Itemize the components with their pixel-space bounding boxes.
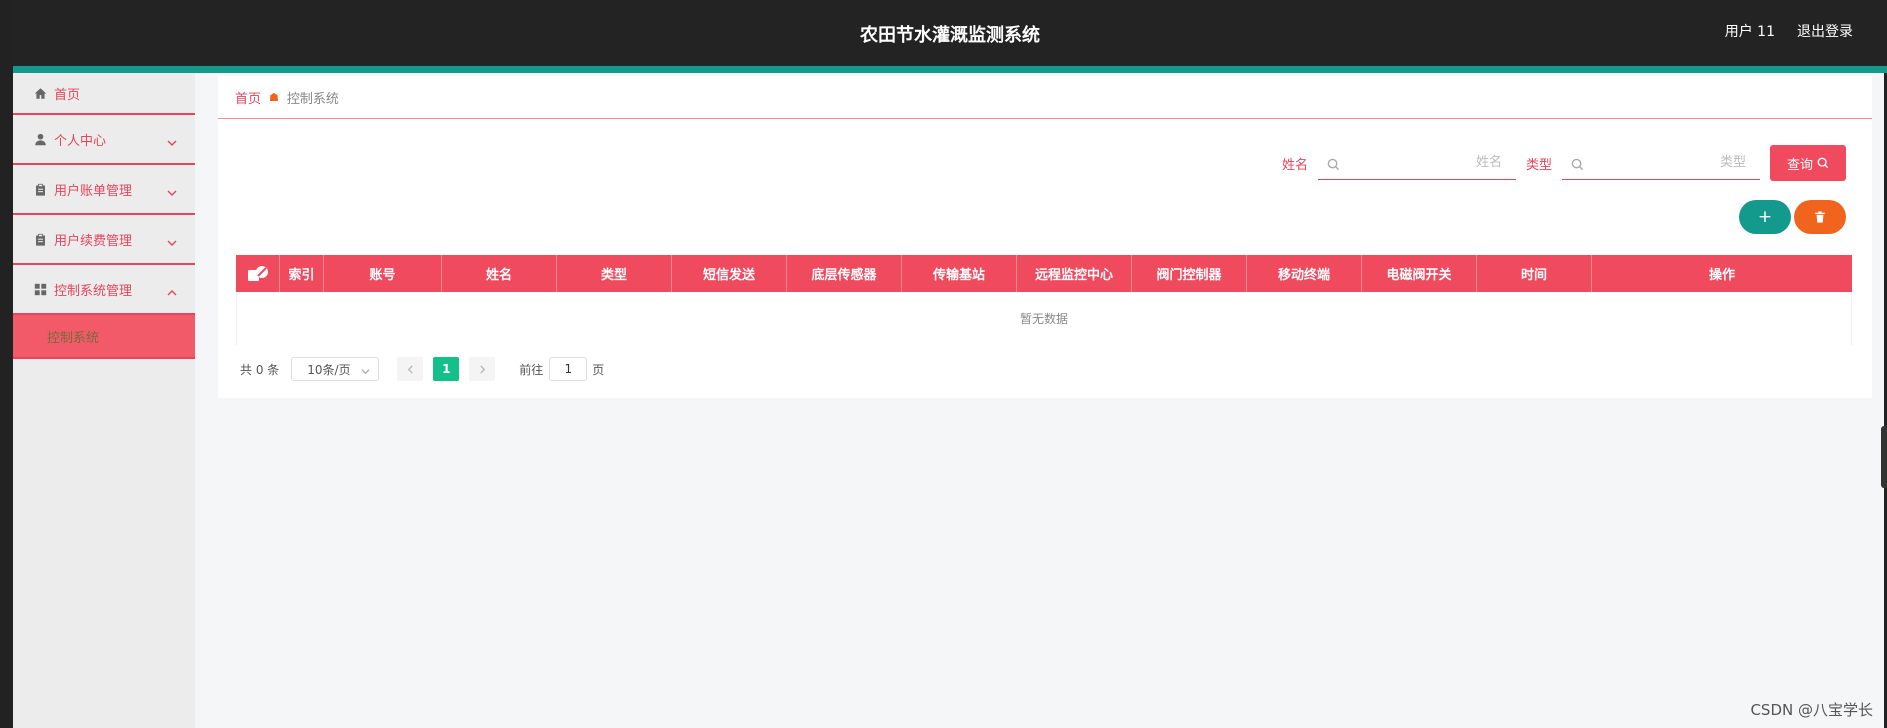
sidebar-item-renewal-management[interactable]: 用户续费管理 <box>13 215 195 265</box>
prev-page-button[interactable] <box>397 357 424 381</box>
sidebar-item-label: 用户账单管理 <box>54 183 133 199</box>
chevron-left-icon <box>407 364 413 374</box>
scrollbar-handle[interactable] <box>1881 426 1887 488</box>
name-filter-wrapper <box>1317 146 1516 180</box>
current-page-button[interactable]: 1 <box>433 357 460 381</box>
breadcrumb-current: 控制系统 <box>286 91 339 107</box>
delete-button[interactable] <box>1794 200 1846 234</box>
column-header[interactable]: 阀门控制器 <box>1132 255 1247 292</box>
chevron-right-icon <box>479 364 486 374</box>
sidebar-subitem-control-system[interactable]: 控制系统 <box>13 315 195 359</box>
column-header[interactable]: 移动终端 <box>1247 255 1362 292</box>
search-form: 姓名 类型 查询 <box>1282 145 1846 181</box>
sidebar-item-home[interactable]: 首页 <box>13 73 195 115</box>
page-size-value: 10条/页 <box>307 362 351 377</box>
pagination: 共 0 条 10条/页 1 前往 页 <box>240 357 604 381</box>
query-button-label: 查询 <box>1786 156 1813 172</box>
sidebar: 首页 个人中心 用户账单管理 用户续费管理 控制系统管理 控制系统 <box>13 73 195 728</box>
type-filter-label: 类型 <box>1525 157 1552 173</box>
sidebar-item-control-system-management[interactable]: 控制系统管理 <box>13 265 195 315</box>
app-title: 农田节水灌溉监测系统 <box>860 25 1040 46</box>
window-left-edge <box>0 0 13 728</box>
add-button[interactable]: + <box>1739 200 1791 234</box>
column-header[interactable]: 传输基站 <box>902 255 1017 292</box>
column-header[interactable]: 账号 <box>324 255 442 292</box>
chevron-down-icon <box>361 365 370 375</box>
name-filter-label: 姓名 <box>1281 157 1308 173</box>
column-header[interactable]: 时间 <box>1477 255 1592 292</box>
sidebar-item-label: 控制系统管理 <box>54 283 133 299</box>
column-header[interactable]: 底层传感器 <box>787 255 902 292</box>
column-header[interactable]: 索引 <box>280 255 324 292</box>
select-all-checkbox[interactable] <box>236 255 280 292</box>
type-search-input[interactable] <box>1562 146 1760 179</box>
current-user: 用户 11 <box>1724 24 1775 40</box>
column-header: 操作 <box>1708 268 1735 283</box>
home-icon: ☗ <box>269 90 279 104</box>
column-header[interactable]: 类型 <box>557 255 672 292</box>
column-header[interactable]: 电磁阀开关 <box>1362 255 1477 292</box>
column-header[interactable]: 短信发送 <box>672 255 787 292</box>
logout-link[interactable]: 退出登录 <box>1797 21 1853 41</box>
table-header-row: 索引 账号 姓名 类型 短信发送 底层传感器 传输基站 远程监控中心 阀门控制器… <box>236 255 1852 292</box>
checkbox-icon <box>247 265 268 281</box>
next-page-button[interactable] <box>469 357 496 381</box>
sidebar-item-label: 个人中心 <box>54 133 107 149</box>
home-icon <box>33 86 47 100</box>
breadcrumb: 首页 ☗ 控制系统 <box>218 76 1872 119</box>
pagination-total: 共 0 条 <box>240 362 280 377</box>
header-accent-bar <box>13 66 1887 73</box>
sidebar-subitem-label: 控制系统 <box>47 330 100 346</box>
grid-icon <box>33 282 47 296</box>
page-size-select[interactable]: 10条/页 <box>291 357 380 381</box>
chevron-down-icon <box>167 233 177 246</box>
sidebar-item-personal-center[interactable]: 个人中心 <box>13 115 195 165</box>
goto-label: 前往 <box>519 362 544 377</box>
top-header: 农田节水灌溉监测系统 用户 11 退出登录 <box>13 0 1887 66</box>
chevron-down-icon <box>167 183 177 196</box>
column-header[interactable]: 远程监控中心 <box>1017 255 1132 292</box>
main-content-panel: 首页 ☗ 控制系统 姓名 类型 查询 + 索引 账号 姓名 类型 <box>218 76 1872 398</box>
user-icon <box>33 132 47 146</box>
name-search-input[interactable] <box>1317 146 1516 179</box>
chevron-down-icon <box>167 133 177 146</box>
data-table: 索引 账号 姓名 类型 短信发送 底层传感器 传输基站 远程监控中心 阀门控制器… <box>236 255 1852 345</box>
watermark: CSDN @八宝学长 <box>1750 701 1873 719</box>
type-filter-wrapper <box>1562 146 1760 180</box>
breadcrumb-home-link[interactable]: 首页 <box>235 88 261 107</box>
search-icon <box>1571 156 1584 171</box>
search-icon <box>1327 156 1340 171</box>
chevron-up-icon <box>167 283 177 296</box>
sidebar-item-bill-management[interactable]: 用户账单管理 <box>13 165 195 215</box>
goto-page-input[interactable] <box>549 357 588 381</box>
table-empty-state: 暂无数据 <box>236 292 1852 345</box>
clipboard-icon <box>33 182 47 196</box>
page-suffix: 页 <box>592 362 605 377</box>
sidebar-item-label: 用户续费管理 <box>54 233 133 249</box>
sidebar-item-label: 首页 <box>54 87 81 103</box>
clipboard-icon <box>33 232 47 246</box>
trash-icon <box>1815 211 1825 223</box>
query-button[interactable]: 查询 <box>1770 145 1846 181</box>
column-header[interactable]: 姓名 <box>442 255 557 292</box>
search-icon <box>1817 157 1829 169</box>
